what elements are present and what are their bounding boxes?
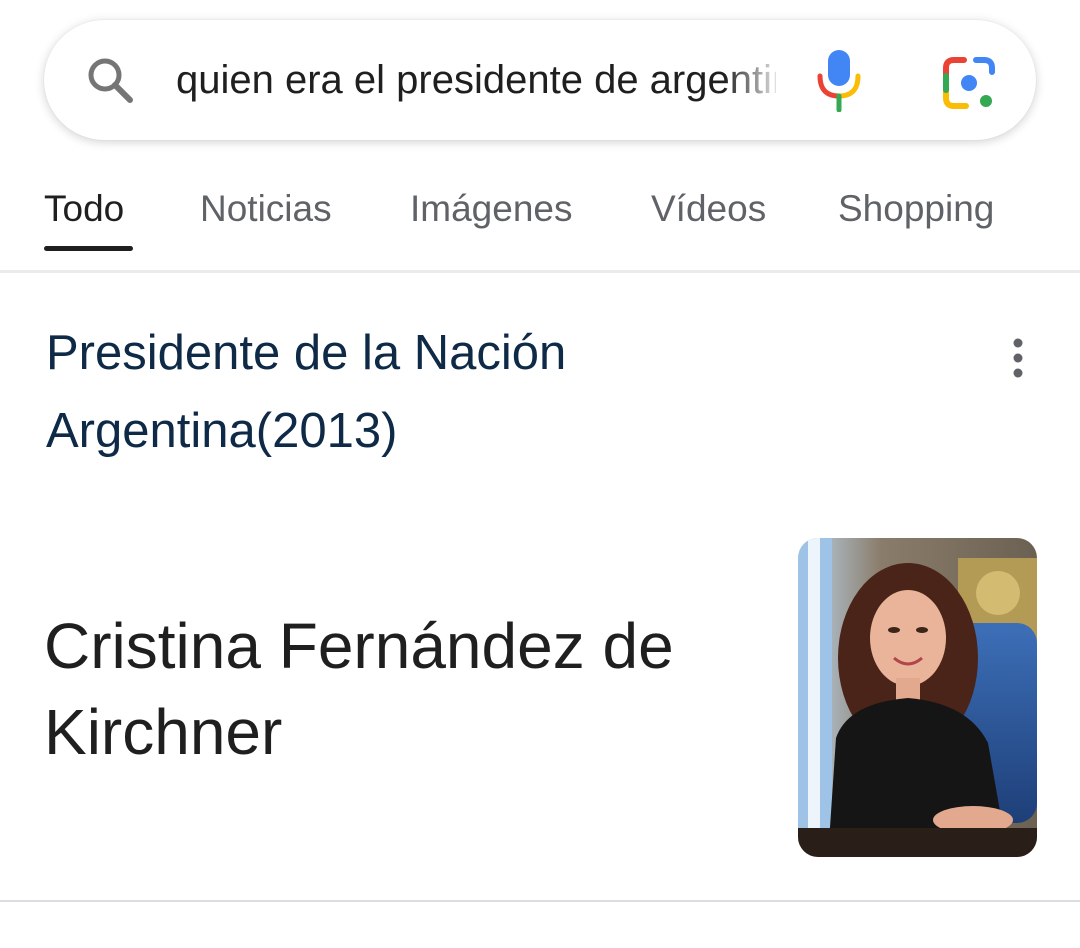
tabs-divider — [0, 270, 1080, 273]
search-results-page: Todo Noticias Imágenes Vídeos Shopping P… — [0, 0, 1080, 948]
active-tab-indicator — [44, 246, 133, 251]
search-input[interactable] — [176, 48, 776, 112]
result-title: Presidente de la Nación Argentina(2013) — [46, 314, 806, 470]
answer-line-1: Cristina Fernández de — [44, 610, 674, 682]
tab-noticias[interactable]: Noticias — [200, 188, 332, 230]
result-divider — [0, 900, 1080, 902]
google-lens-icon[interactable] — [940, 54, 1000, 114]
result-title-line-2: Argentina(2013) — [46, 404, 398, 458]
tab-shopping[interactable]: Shopping — [838, 188, 994, 230]
answer-text[interactable]: Cristina Fernández de Kirchner — [44, 603, 744, 775]
result-title-line-1: Presidente de la Nación — [46, 326, 567, 380]
tab-videos[interactable]: Vídeos — [651, 188, 766, 230]
more-options-icon[interactable] — [1000, 336, 1036, 380]
portrait-photo[interactable] — [798, 538, 1037, 857]
search-tabs: Todo Noticias Imágenes Vídeos Shopping — [0, 160, 1080, 272]
search-bar[interactable] — [44, 20, 1036, 140]
tab-todo[interactable]: Todo — [44, 188, 124, 230]
answer-line-2: Kirchner — [44, 696, 283, 768]
search-icon[interactable] — [84, 54, 136, 106]
tab-imagenes[interactable]: Imágenes — [410, 188, 573, 230]
microphone-icon[interactable] — [814, 48, 864, 112]
